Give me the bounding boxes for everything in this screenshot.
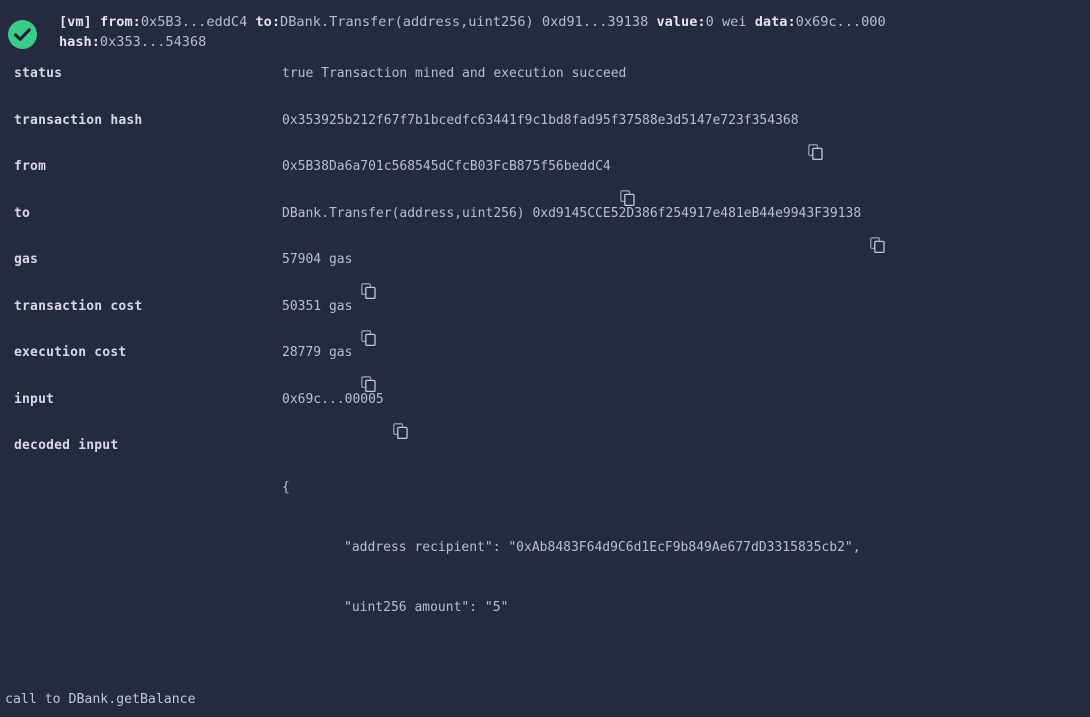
call-log-entry[interactable]: call to DBank.getBalance: [5, 692, 196, 707]
summary-from-value: 0x5B3...eddC4: [140, 14, 248, 30]
row-label-gas: gas: [14, 252, 39, 267]
row-label-execution-cost: execution cost: [14, 345, 127, 360]
status-text: true Transaction mined and execution suc…: [282, 66, 627, 81]
row-label-transaction-cost: transaction cost: [14, 298, 143, 314]
table-row-execution-cost: execution cost 28779 gas: [0, 336, 1090, 392]
table-row-transaction-hash: transaction hash 0x353925b212f67f7b1bced…: [0, 104, 1090, 160]
summary-from-key: from:: [99, 14, 141, 30]
row-label-decoded-input: decoded input: [14, 438, 119, 453]
row-value-transaction-hash: 0x353925b212f67f7b1bcedfc63441f9c1bd8fad…: [280, 104, 1090, 160]
row-label-input: input: [14, 391, 55, 407]
table-row-from: from 0x5B38Da6a701c568545dCfcB03FcB875f5…: [0, 150, 1090, 206]
row-value-from: 0x5B38Da6a701c568545dCfcB03FcB875f56bedd…: [280, 150, 1090, 206]
copy-icon[interactable]: [361, 300, 377, 346]
table-row-transaction-cost: transaction cost 50351 gas: [0, 290, 1090, 346]
copy-icon[interactable]: [619, 160, 635, 206]
row-value-input: 0x69c...00005: [280, 383, 1090, 439]
summary-data-key: data:: [754, 14, 796, 30]
execution-cost-text: 28779 gas: [282, 345, 353, 360]
summary-hash-value: 0x353...54368: [99, 34, 207, 50]
transaction-summary-header[interactable]: [vm] from:0x5B3...eddC4 to:DBank.Transfe…: [0, 0, 1090, 57]
row-value-to: DBank.Transfer(address,uint256) 0xd9145C…: [280, 197, 1090, 253]
row-label-from: from: [14, 159, 47, 174]
copy-icon[interactable]: [807, 114, 823, 160]
table-row-input: input 0x69c...00005: [0, 383, 1090, 439]
row-label-to: to: [14, 205, 31, 221]
copy-icon[interactable]: [361, 253, 377, 299]
row-value-gas: 57904 gas: [280, 243, 1090, 299]
transaction-cost-text: 50351 gas: [282, 298, 353, 314]
summary-value-value: 0 wei: [705, 14, 747, 30]
row-label-status: status: [14, 66, 63, 81]
terminal-footer: call to DBank.getBalance: [0, 665, 1090, 717]
json-entry-recipient: "address recipient": "0xAb8483F64d9C6d1E…: [344, 540, 861, 555]
row-label-transaction-hash: transaction hash: [14, 112, 143, 128]
summary-line-1: [vm] from:0x5B3...eddC4 to:DBank.Transfe…: [59, 12, 1090, 32]
copy-icon[interactable]: [392, 393, 408, 439]
summary-hash-key: hash:: [59, 34, 100, 50]
row-value-status: true Transaction mined and execution suc…: [280, 57, 1090, 81]
gas-text: 57904 gas: [282, 252, 353, 267]
table-row-to: to DBank.Transfer(address,uint256) 0xd91…: [0, 197, 1090, 253]
transaction-summary-text: [vm] from:0x5B3...eddC4 to:DBank.Transfe…: [59, 12, 1090, 52]
summary-to-key: to:: [255, 14, 281, 30]
summary-vm-tag: [vm]: [59, 14, 92, 30]
summary-data-value: 0x69c...000: [795, 14, 886, 30]
json-open-brace: {: [282, 480, 290, 495]
json-entry-amount: "uint256 amount": "5": [344, 600, 509, 615]
transaction-detail-table: status true Transaction mined and execut…: [0, 57, 1090, 717]
table-row-status: status true Transaction mined and execut…: [0, 57, 1090, 104]
row-value-execution-cost: 28779 gas: [280, 336, 1090, 392]
input-data-text: 0x69c...00005: [282, 391, 384, 407]
summary-to-value: DBank.Transfer(address,uint256) 0xd91...…: [280, 14, 649, 30]
from-address-text: 0x5B38Da6a701c568545dCfcB03FcB875f56bedd…: [282, 159, 611, 174]
summary-line-2: hash:0x353...54368: [59, 32, 1090, 52]
to-contract-text: DBank.Transfer(address,uint256) 0xd9145C…: [282, 205, 862, 221]
remix-terminal-panel: [vm] from:0x5B3...eddC4 to:DBank.Transfe…: [0, 0, 1090, 717]
copy-icon[interactable]: [361, 346, 377, 392]
table-row-gas: gas 57904 gas: [0, 243, 1090, 299]
copy-icon[interactable]: [870, 207, 885, 253]
row-value-transaction-cost: 50351 gas: [280, 290, 1090, 346]
check-circle-icon: [8, 20, 37, 49]
summary-value-key: value:: [656, 14, 706, 30]
transaction-hash-text: 0x353925b212f67f7b1bcedfc63441f9c1bd8fad…: [282, 112, 799, 128]
